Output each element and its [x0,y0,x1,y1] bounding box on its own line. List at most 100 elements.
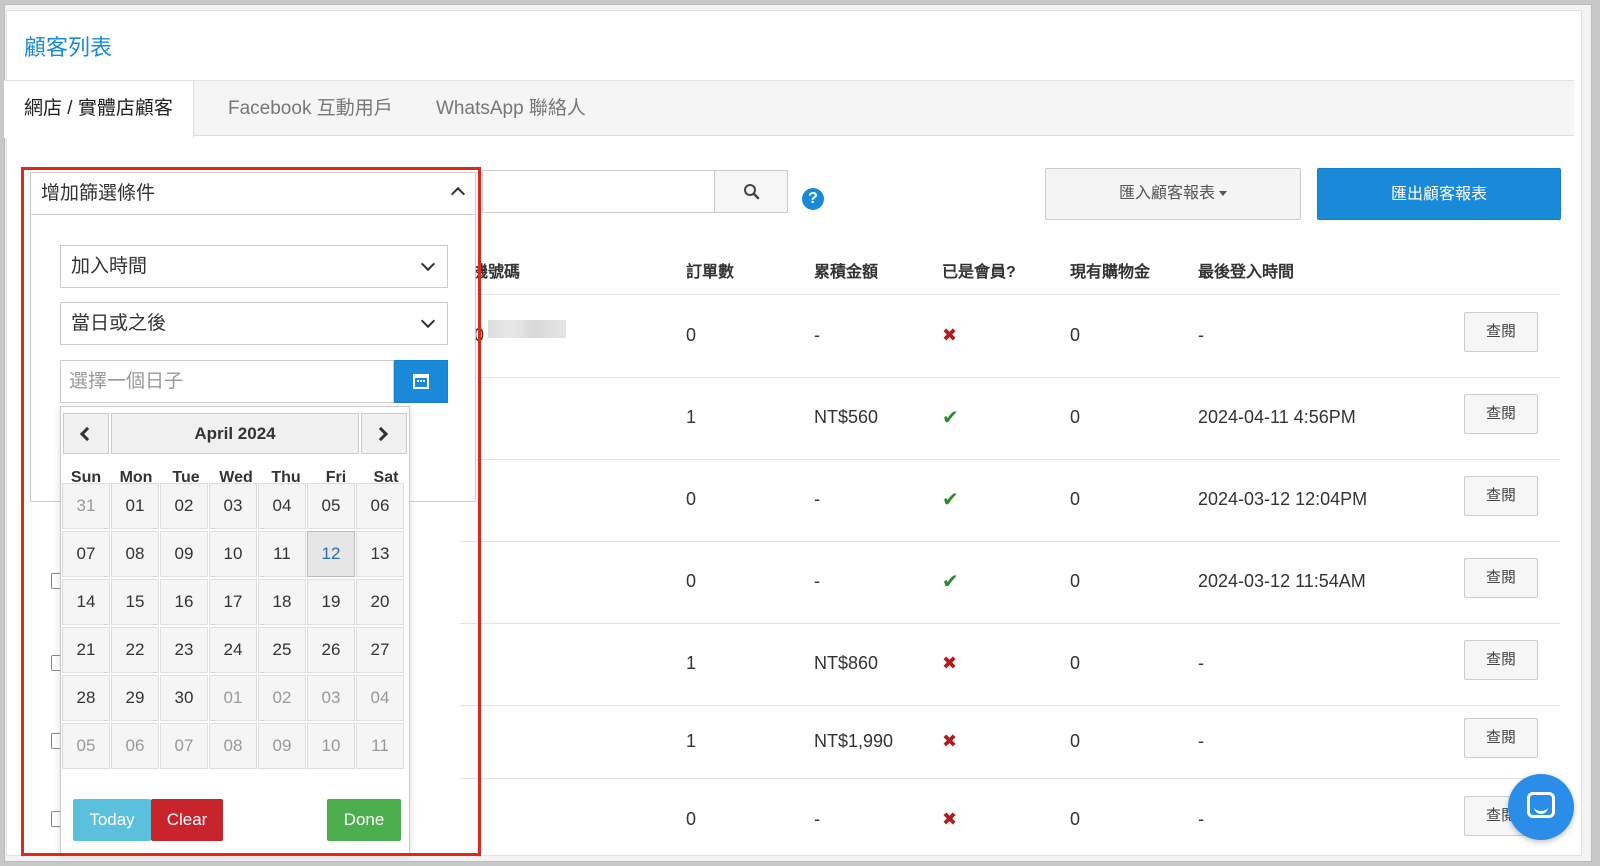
calendar-day[interactable]: 20 [356,579,404,625]
month-title[interactable]: April 2024 [111,413,359,454]
view-button[interactable]: 查閱 [1464,718,1538,758]
calendar-day[interactable]: 31 [62,483,110,529]
cell-last-login: - [1198,653,1204,673]
calendar-icon [413,374,429,389]
cell-credit: 0 [1070,489,1081,509]
calendar-day[interactable]: 30 [160,675,208,721]
calendar-day[interactable]: 17 [209,579,257,625]
calendar-day[interactable]: 05 [62,723,110,769]
calendar-day[interactable]: 13 [356,531,404,577]
chevron-right-icon [373,426,389,442]
cell-orders: 1 [686,653,697,673]
calendar-day[interactable]: 04 [258,483,306,529]
cross-icon: ✖ [942,653,958,673]
chevron-down-icon [420,313,436,329]
date-input[interactable]: 選擇一個日子 [60,360,394,403]
tab-whatsapp-contacts[interactable]: WhatsApp 聯絡人 [416,81,606,137]
calendar-day[interactable]: 03 [209,483,257,529]
row-divider [460,541,1560,542]
calendar-day[interactable]: 11 [356,723,404,769]
calendar-day[interactable]: 02 [160,483,208,529]
help-icon[interactable]: ? [802,188,824,210]
export-customers-button[interactable]: 匯出顧客報表 [1317,168,1561,220]
chat-icon [1527,792,1555,818]
calendar-day[interactable]: 16 [160,579,208,625]
import-customers-button[interactable]: 匯入顧客報表 [1045,168,1301,220]
calendar-day[interactable]: 15 [111,579,159,625]
calendar-day[interactable]: 07 [160,723,208,769]
calendar-day[interactable]: 10 [307,723,355,769]
done-button[interactable]: Done [327,799,401,841]
filter-header-label: 增加篩選條件 [41,183,156,204]
cell-credit: 0 [1070,653,1081,673]
chat-widget-button[interactable] [1508,774,1574,840]
calendar-day[interactable]: 02 [258,675,306,721]
chevron-down-icon [420,256,436,272]
filter-field-value: 加入時間 [71,256,148,277]
prev-month-button[interactable] [63,413,109,454]
filter-condition-select[interactable]: 當日或之後 [60,302,448,345]
cell-total: NT$560 [814,407,879,427]
calendar-day[interactable]: 29 [111,675,159,721]
calendar-day[interactable]: 27 [356,627,404,673]
search-icon [744,184,760,200]
chevron-left-icon [79,426,95,442]
search-input[interactable] [482,170,714,213]
calendar-day[interactable]: 06 [111,723,159,769]
cell-credit: 0 [1070,731,1081,751]
calendar-day[interactable]: 06 [356,483,404,529]
cell-last-login: 2024-04-11 4:56PM [1198,407,1356,427]
calendar-day[interactable]: 04 [356,675,404,721]
tab-facebook-users[interactable]: Facebook 互動用戶 [208,81,413,137]
calendar-day[interactable]: 09 [258,723,306,769]
tab-store-customers[interactable]: 網店 / 實體店顧客 [4,81,194,138]
calendar-day[interactable]: 05 [307,483,355,529]
view-button[interactable]: 查閱 [1464,476,1538,516]
filter-field-select[interactable]: 加入時間 [60,245,448,288]
calendar-day[interactable]: 11 [258,531,306,577]
column-header-last-login: 最後登入時間 [1198,264,1295,281]
calendar-day[interactable]: 23 [160,627,208,673]
calendar-day[interactable]: 08 [209,723,257,769]
search-button[interactable] [714,170,788,213]
calendar-day[interactable]: 26 [307,627,355,673]
calendar-day[interactable]: 28 [62,675,110,721]
calendar-day[interactable]: 25 [258,627,306,673]
cell-credit: 0 [1070,809,1081,829]
filter-condition-value: 當日或之後 [71,313,167,334]
caret-down-icon [1219,191,1227,197]
tab-bar: 網店 / 實體店顧客 Facebook 互動用戶 WhatsApp 聯絡人 [4,80,1574,138]
cell-total: - [814,571,820,591]
calendar-button[interactable] [394,360,448,403]
calendar-day[interactable]: 19 [307,579,355,625]
column-header-orders: 訂單數 [686,264,735,281]
cell-orders: 0 [686,325,697,345]
cross-icon: ✖ [942,731,958,751]
row-divider [460,705,1560,706]
view-button[interactable]: 查閱 [1464,640,1538,680]
cell-total: - [814,809,820,829]
calendar-day[interactable]: 14 [62,579,110,625]
calendar-day[interactable]: 18 [258,579,306,625]
calendar-day[interactable]: 22 [111,627,159,673]
calendar-day[interactable]: 07 [62,531,110,577]
calendar-day[interactable]: 03 [307,675,355,721]
calendar-day[interactable]: 21 [62,627,110,673]
calendar-day[interactable]: 08 [111,531,159,577]
filter-header[interactable]: 增加篩選條件 [31,173,475,215]
calendar-day[interactable]: 01 [209,675,257,721]
cell-orders: 1 [686,407,697,427]
today-button[interactable]: Today [73,799,151,841]
calendar-day[interactable]: 24 [209,627,257,673]
calendar-day[interactable]: 01 [111,483,159,529]
clear-button[interactable]: Clear [151,799,223,841]
calendar-day[interactable]: 10 [209,531,257,577]
cell-last-login: 2024-03-12 11:54AM [1198,571,1366,591]
import-customers-label: 匯入顧客報表 [1118,185,1215,202]
calendar-day[interactable]: 12 [307,531,355,577]
next-month-button[interactable] [361,413,407,454]
view-button[interactable]: 查閱 [1464,312,1538,352]
calendar-day[interactable]: 09 [160,531,208,577]
view-button[interactable]: 查閱 [1464,558,1538,598]
view-button[interactable]: 查閱 [1464,394,1538,434]
